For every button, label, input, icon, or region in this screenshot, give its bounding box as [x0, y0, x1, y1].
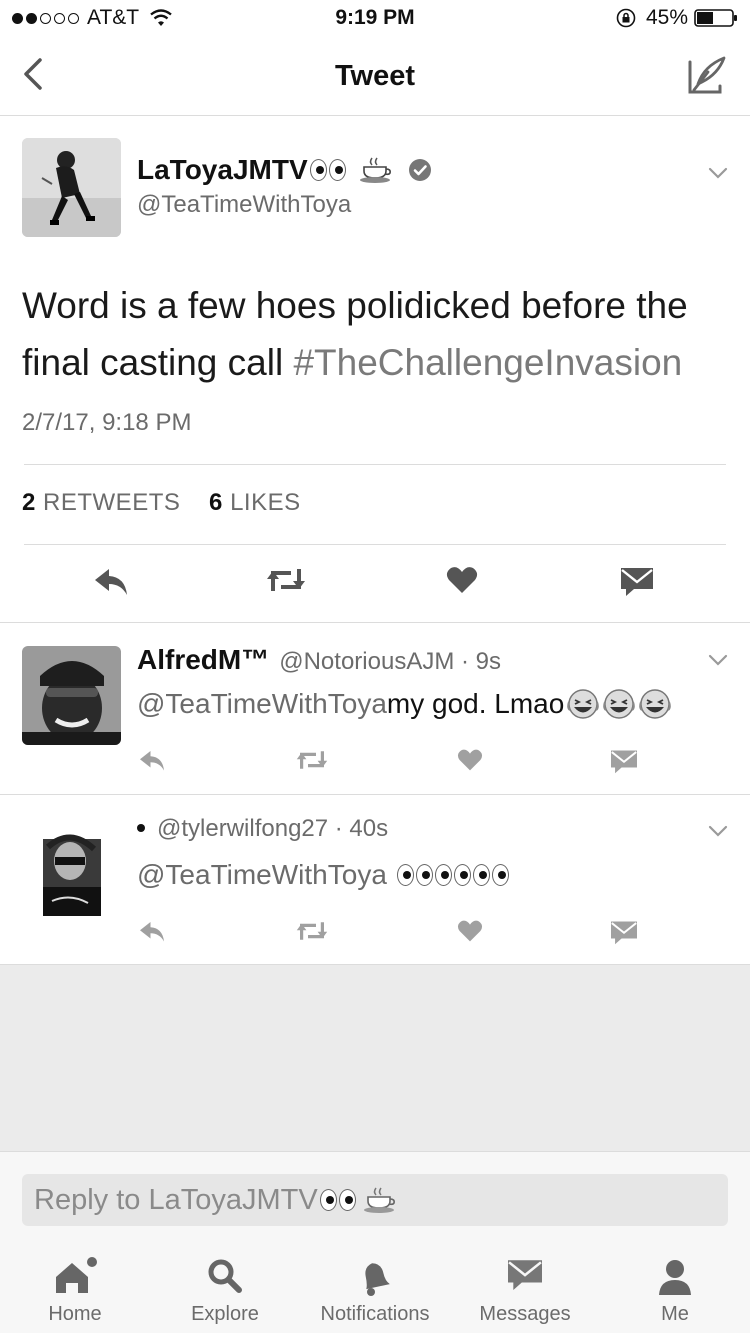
reply-author-name[interactable]: AlfredM™	[137, 644, 269, 676]
like-button[interactable]	[457, 748, 483, 772]
author-name[interactable]: LaToyaJMTV	[137, 154, 308, 186]
retweets-label[interactable]: RETWEETS	[43, 489, 180, 516]
tab-bar: Home Explore Notifications Messages Me	[0, 1243, 750, 1333]
reply-actions	[0, 919, 750, 969]
chevron-down-icon[interactable]	[708, 167, 728, 179]
retweet-button[interactable]	[295, 919, 329, 943]
reply-input[interactable]: Reply to LaToyaJMTV	[22, 1174, 728, 1226]
tab-label: Notifications	[320, 1303, 430, 1325]
direct-message-button[interactable]	[610, 919, 638, 945]
avatar-photo	[22, 138, 121, 237]
nav-bar: Tweet	[0, 40, 750, 116]
tea-cup-icon	[363, 1187, 395, 1213]
chevron-down-icon[interactable]	[708, 825, 728, 837]
eyes-emoji-icon	[396, 864, 433, 886]
reply-text: @TeaTimeWithToya	[137, 859, 509, 891]
reply-text: @TeaTimeWithToya my god. Lmao	[137, 688, 672, 720]
empty-area	[0, 965, 750, 1151]
status-right: 45%	[616, 6, 738, 30]
divider	[24, 464, 726, 465]
battery-percent: 45%	[645, 6, 688, 29]
reply-tweet[interactable]: AlfredM™ @NotoriousAJM · 9s @TeaTimeWith…	[0, 624, 750, 795]
avatar-photo	[22, 817, 121, 916]
tweet-text: Word is a few hoes polidicked before the…	[22, 277, 722, 391]
direct-message-button[interactable]	[620, 565, 654, 597]
home-icon	[56, 1257, 97, 1293]
reply-actions	[0, 748, 750, 798]
tweet-actions	[0, 565, 750, 615]
mention-link[interactable]: @TeaTimeWithToya	[137, 688, 387, 720]
tab-label: Messages	[479, 1303, 571, 1325]
reply-bar: Reply to LaToyaJMTV	[0, 1151, 750, 1243]
tab-messages[interactable]: Messages	[450, 1243, 600, 1333]
likes-count[interactable]: 6	[209, 489, 223, 516]
tweet-stats: 2 RETWEETS 6 LIKES	[22, 489, 301, 517]
search-icon	[208, 1259, 242, 1293]
reply-body: my god. Lmao	[386, 688, 565, 719]
reply-placeholder: Reply to LaToyaJMTV	[34, 1183, 318, 1216]
bell-icon	[365, 1263, 390, 1296]
author-name-row: LaToyaJMTV	[137, 154, 432, 186]
mention-link[interactable]: @TeaTimeWithToya	[137, 859, 387, 891]
retweets-count[interactable]: 2	[22, 489, 36, 516]
envelope-icon	[508, 1260, 542, 1290]
retweet-button[interactable]	[295, 748, 329, 772]
tab-notifications[interactable]: Notifications	[300, 1243, 450, 1333]
tab-label: Me	[661, 1303, 689, 1325]
eyes-emoji-icon	[319, 1189, 356, 1211]
avatar[interactable]	[22, 138, 121, 237]
avatar[interactable]	[22, 817, 121, 916]
main-tweet: LaToyaJMTV @TeaTimeWithToya Word is a fe…	[0, 117, 750, 623]
eyes-emoji-icon	[472, 864, 509, 886]
page-title: Tweet	[334, 60, 416, 92]
verified-badge-icon	[408, 159, 431, 181]
retweet-button[interactable]	[265, 565, 307, 595]
laughing-emoji-icon	[639, 689, 672, 719]
person-icon	[659, 1260, 691, 1295]
like-button[interactable]	[457, 919, 483, 943]
laughing-emoji-icon	[567, 689, 600, 719]
reply-handle[interactable]: @NotoriousAJM · 9s	[279, 648, 501, 676]
reply-header: AlfredM™ @NotoriousAJM · 9s	[137, 644, 501, 676]
reply-button[interactable]	[93, 565, 129, 597]
likes-label[interactable]: LIKES	[230, 489, 301, 516]
reply-tweet[interactable]: @tylerwilfong27 · 40s @TeaTimeWithToya	[0, 795, 750, 965]
reply-header: @tylerwilfong27 · 40s	[137, 815, 388, 843]
eyes-emoji-icon	[434, 864, 471, 886]
tab-home[interactable]: Home	[0, 1243, 150, 1333]
reply-button[interactable]	[138, 748, 166, 772]
author-handle[interactable]: @TeaTimeWithToya	[137, 191, 351, 219]
reply-button[interactable]	[138, 919, 166, 943]
avatar-photo	[22, 646, 121, 745]
tweet-timestamp: 2/7/17, 9:18 PM	[22, 409, 192, 436]
battery-icon	[694, 9, 737, 27]
bullet-icon	[137, 824, 145, 832]
eyes-emoji-icon	[309, 159, 346, 181]
like-button[interactable]	[446, 565, 478, 595]
rotation-lock-icon	[616, 8, 636, 28]
tab-label: Explore	[191, 1303, 259, 1325]
avatar[interactable]	[22, 646, 121, 745]
tab-explore[interactable]: Explore	[150, 1243, 300, 1333]
compose-tweet-button[interactable]	[684, 54, 728, 98]
hashtag-link[interactable]: #TheChallengeInvasion	[293, 342, 682, 383]
divider	[24, 544, 726, 545]
tab-me[interactable]: Me	[600, 1243, 750, 1333]
direct-message-button[interactable]	[610, 748, 638, 774]
tea-cup-icon	[359, 157, 391, 183]
chevron-down-icon[interactable]	[708, 654, 728, 666]
laughing-emoji-icon	[603, 689, 636, 719]
reply-handle[interactable]: @tylerwilfong27 · 40s	[157, 815, 388, 843]
status-bar: AT&T 9:19 PM 45%	[0, 0, 750, 38]
tab-label: Home	[48, 1303, 102, 1325]
